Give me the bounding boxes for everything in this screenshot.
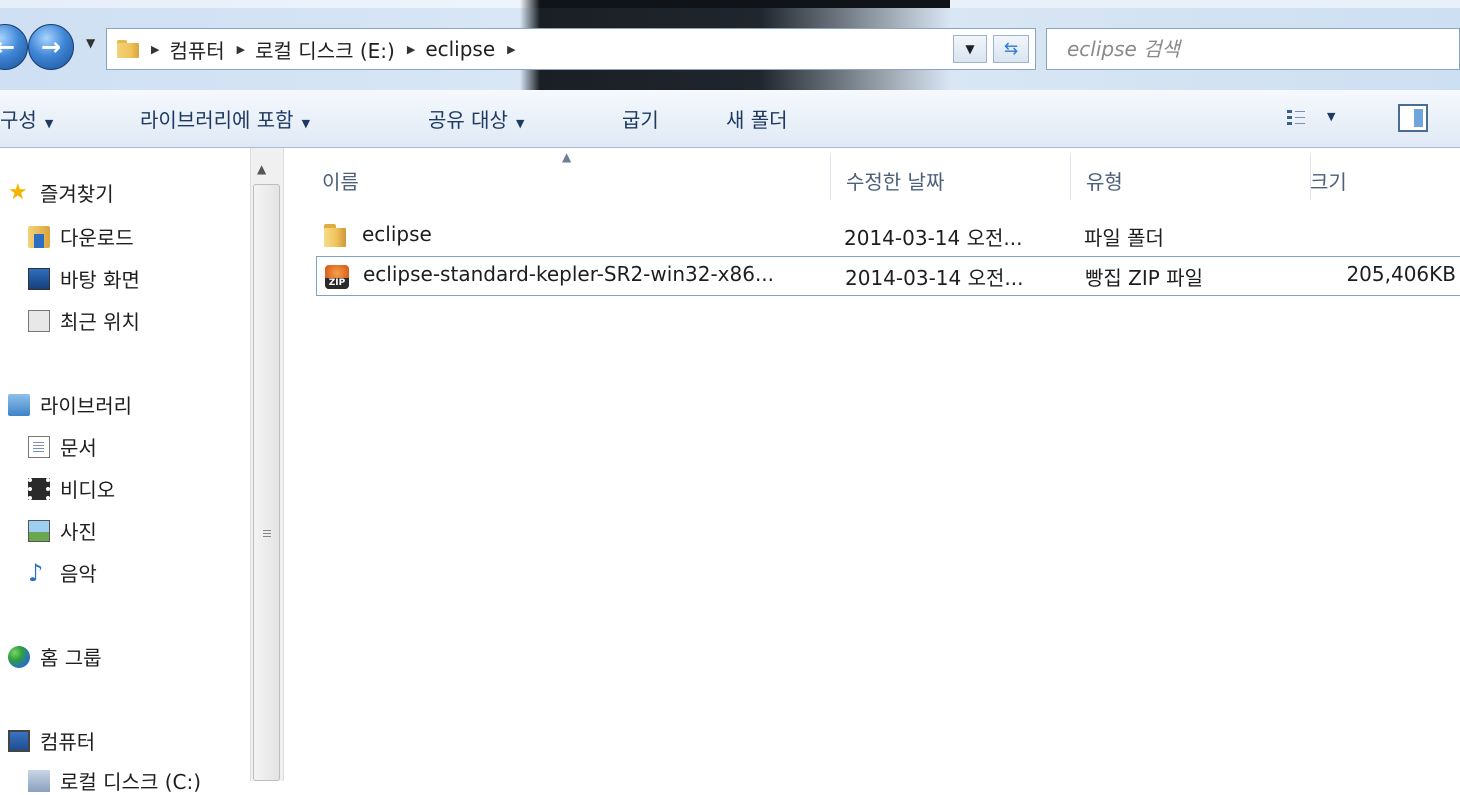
document-icon bbox=[28, 435, 50, 458]
preview-pane-button[interactable] bbox=[1398, 104, 1428, 132]
nav-item-favorites[interactable]: ★ 즐겨찾기 bbox=[8, 178, 114, 207]
chevron-right-icon[interactable]: ▶ bbox=[237, 43, 245, 56]
breadcrumb[interactable]: ▶ 컴퓨터 ▶ 로컬 디스크 (E:) ▶ eclipse ▶ ▼ ⇆ bbox=[106, 28, 1036, 70]
nav-item-music[interactable]: ♪ 음악 bbox=[28, 558, 97, 587]
desktop-icon bbox=[28, 267, 50, 290]
search-box[interactable] bbox=[1046, 28, 1460, 70]
nav-item-pictures[interactable]: 사진 bbox=[28, 516, 97, 545]
nav-item-recent-places[interactable]: 최근 위치 bbox=[28, 306, 140, 335]
column-divider[interactable] bbox=[830, 154, 831, 200]
file-type: 빵집 ZIP 파일 bbox=[1085, 266, 1203, 290]
back-arrow-icon: ← bbox=[0, 33, 16, 61]
homegroup-icon bbox=[8, 645, 30, 668]
chevron-down-icon: ▼ bbox=[301, 117, 311, 130]
file-date: 2014-03-14 오전... bbox=[844, 226, 1023, 250]
computer-icon bbox=[8, 729, 30, 752]
command-bar: 구성 ▼ 라이브러리에 포함 ▼ 공유 대상 ▼ 굽기 새 폴더 ▼ bbox=[0, 90, 1460, 148]
back-button[interactable]: ← bbox=[0, 24, 28, 70]
chevron-right-icon[interactable]: ▶ bbox=[407, 43, 415, 56]
file-type: 파일 폴더 bbox=[1084, 226, 1164, 250]
nav-item-videos[interactable]: 비디오 bbox=[28, 474, 115, 503]
nav-item-downloads[interactable]: 다운로드 bbox=[28, 222, 134, 251]
file-name: eclipse-standard-kepler-SR2-win32-x86... bbox=[363, 262, 775, 286]
refresh-icon[interactable]: ⇆ bbox=[993, 35, 1029, 63]
nav-item-homegroup[interactable]: 홈 그룹 bbox=[8, 642, 102, 671]
details-view-icon bbox=[1287, 110, 1305, 126]
address-history-dropdown[interactable]: ▼ bbox=[953, 35, 987, 63]
column-divider[interactable] bbox=[1070, 154, 1071, 200]
breadcrumb-item-local-disk-e[interactable]: ▶ 로컬 디스크 (E:) bbox=[225, 35, 395, 64]
sort-ascending-icon: ▲ bbox=[562, 150, 572, 164]
change-view-button[interactable]: ▼ bbox=[1287, 108, 1336, 130]
zip-icon: ZIP bbox=[325, 265, 349, 289]
scrollbar-thumb[interactable] bbox=[253, 184, 280, 781]
folder-icon bbox=[117, 40, 139, 58]
nav-item-computer[interactable]: 컴퓨터 bbox=[8, 726, 95, 755]
search-input[interactable] bbox=[1047, 29, 1459, 69]
column-header-date-modified[interactable]: 수정한 날짜 bbox=[846, 166, 944, 195]
chevron-down-icon: ▼ bbox=[44, 117, 54, 130]
recent-pages-dropdown-icon[interactable]: ▼ bbox=[86, 36, 95, 50]
column-header-name[interactable]: 이름 bbox=[322, 166, 359, 195]
navigation-scrollbar[interactable]: ▲ bbox=[250, 148, 284, 781]
file-size: 205,406KB bbox=[1346, 262, 1456, 286]
table-row[interactable]: eclipse 2014-03-14 오전... 파일 폴더 bbox=[316, 216, 1460, 256]
table-row[interactable]: ZIP eclipse-standard-kepler-SR2-win32-x8… bbox=[316, 256, 1460, 296]
navigation-pane: ★ 즐겨찾기 다운로드 바탕 화면 최근 위치 라이브러리 문서 비디오 사진 … bbox=[0, 148, 250, 794]
star-icon: ★ bbox=[8, 179, 28, 205]
chevron-down-icon: ▼ bbox=[1327, 110, 1336, 123]
share-with-button[interactable]: 공유 대상 ▼ bbox=[428, 104, 524, 133]
recent-places-icon bbox=[28, 309, 50, 332]
address-bar: ← → ▼ ▶ 컴퓨터 ▶ 로컬 디스크 (E:) ▶ eclipse ▶ ▼ … bbox=[0, 0, 1460, 90]
downloads-folder-icon bbox=[28, 225, 50, 248]
nav-item-libraries[interactable]: 라이브러리 bbox=[8, 390, 132, 419]
file-list: ▲ 이름 수정한 날짜 유형 크기 eclipse 2014-03-14 오전.… bbox=[284, 148, 1460, 781]
burn-button[interactable]: 굽기 bbox=[622, 104, 659, 133]
forward-button[interactable]: → bbox=[28, 24, 74, 70]
nav-item-documents[interactable]: 문서 bbox=[28, 432, 97, 461]
file-name: eclipse bbox=[362, 222, 432, 246]
scroll-up-arrow-icon[interactable]: ▲ bbox=[257, 162, 266, 176]
new-folder-button[interactable]: 새 폴더 bbox=[726, 104, 788, 133]
breadcrumb-item-eclipse[interactable]: ▶ eclipse ▶ bbox=[395, 37, 526, 61]
chevron-right-icon[interactable]: ▶ bbox=[151, 43, 159, 56]
window-frame-glass bbox=[0, 0, 1460, 8]
forward-arrow-icon: → bbox=[40, 33, 62, 61]
nav-item-desktop[interactable]: 바탕 화면 bbox=[28, 264, 140, 293]
chevron-right-icon[interactable]: ▶ bbox=[507, 43, 515, 56]
organize-button[interactable]: 구성 ▼ bbox=[0, 104, 53, 133]
film-icon bbox=[28, 477, 50, 500]
chevron-down-icon: ▼ bbox=[515, 117, 525, 130]
include-in-library-button[interactable]: 라이브러리에 포함 ▼ bbox=[140, 104, 310, 133]
music-note-icon: ♪ bbox=[28, 558, 44, 587]
library-icon bbox=[8, 393, 30, 416]
folder-icon bbox=[324, 224, 348, 248]
breadcrumb-item-computer[interactable]: ▶ 컴퓨터 bbox=[139, 35, 225, 64]
column-header-size[interactable]: 크기 bbox=[1310, 166, 1347, 195]
column-header-type[interactable]: 유형 bbox=[1086, 166, 1123, 195]
scrollbar-grip-icon bbox=[263, 530, 271, 538]
picture-icon bbox=[28, 519, 50, 542]
file-date: 2014-03-14 오전... bbox=[845, 266, 1024, 290]
